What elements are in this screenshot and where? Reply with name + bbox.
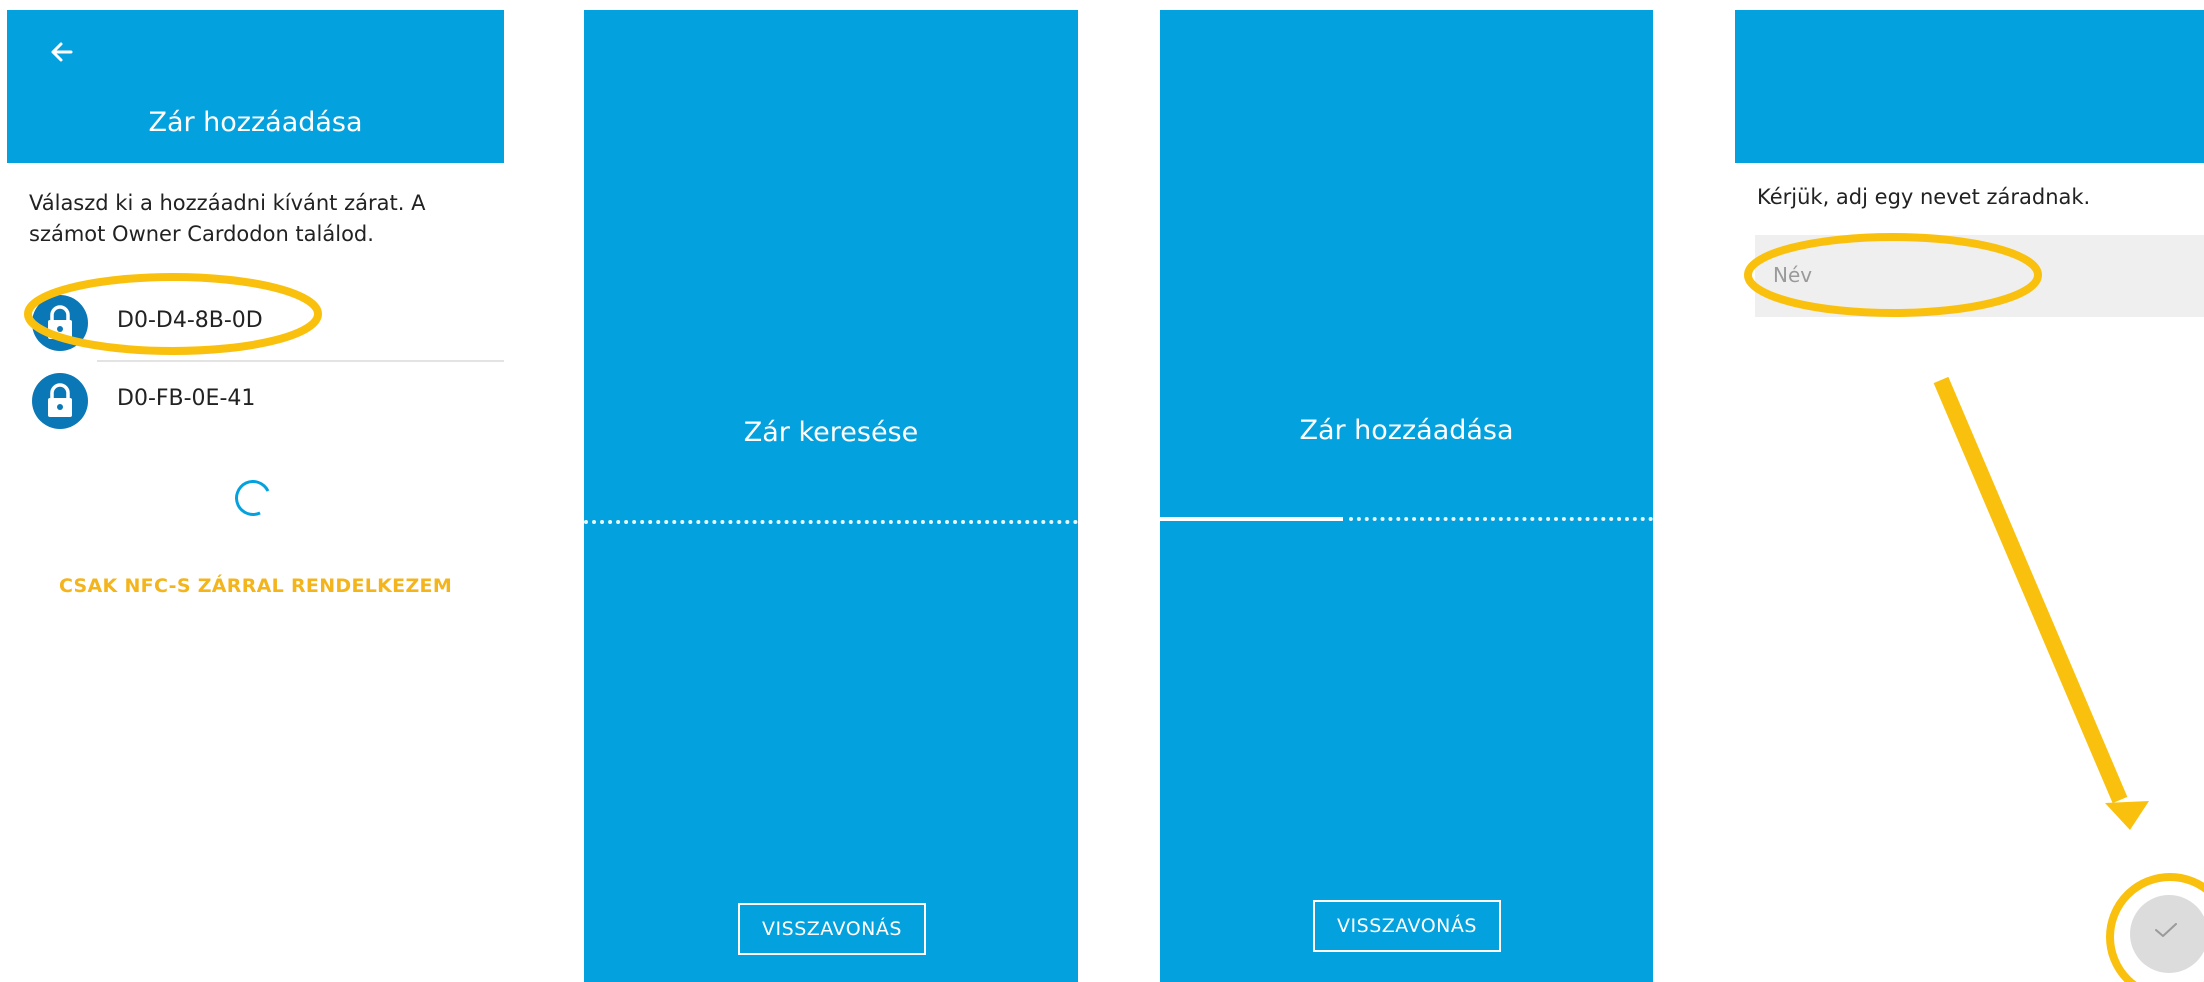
name-input[interactable]: Név [1755, 235, 2204, 317]
name-lock-screen: Kérjük, adj egy nevet záradnak. Név [1735, 10, 2204, 982]
name-placeholder: Név [1773, 263, 1813, 287]
name-prompt: Kérjük, adj egy nevet záradnak. [1757, 185, 2091, 209]
status-text: Zár keresése [743, 417, 919, 448]
cancel-button[interactable]: VISSZAVONÁS [1313, 900, 1501, 952]
instructions-text: Válaszd ki a hozzáadni kívánt zárat. A s… [29, 191, 426, 246]
searching-screen: Zár keresése VISSZAVONÁS [584, 10, 1078, 982]
cancel-button[interactable]: VISSZAVONÁS [738, 903, 926, 955]
page-title: Zár hozzáadása [148, 107, 363, 138]
lock-id: D0-D4-8B-0D [117, 308, 263, 333]
progress-bar-fill [1160, 517, 1343, 521]
app-header [1735, 10, 2204, 163]
progress-bar-track [1349, 517, 1653, 521]
lock-id: D0-FB-0E-41 [117, 386, 256, 411]
adding-screen: Zár hozzáadása VISSZAVONÁS [1160, 10, 1653, 982]
lock-icon [32, 373, 88, 429]
lock-icon [32, 295, 88, 351]
loading-spinner-icon [229, 474, 277, 522]
app-header: Zár hozzáadása [7, 10, 504, 163]
back-arrow-icon[interactable] [43, 32, 83, 72]
status-text: Zár hozzáadása [1299, 415, 1514, 446]
lock-list-item[interactable]: D0-FB-0E-41 [7, 362, 504, 440]
nfc-lock-link[interactable]: CSAK NFC-S ZÁRRAL RENDELKEZEM [7, 575, 504, 597]
confirm-button[interactable] [2130, 895, 2204, 973]
select-lock-screen: Zár hozzáadása Válaszd ki a hozzáadni kí… [7, 10, 504, 982]
lock-list-item[interactable]: D0-D4-8B-0D [7, 284, 504, 362]
check-icon [2155, 923, 2177, 937]
progress-indicator [584, 520, 1078, 524]
